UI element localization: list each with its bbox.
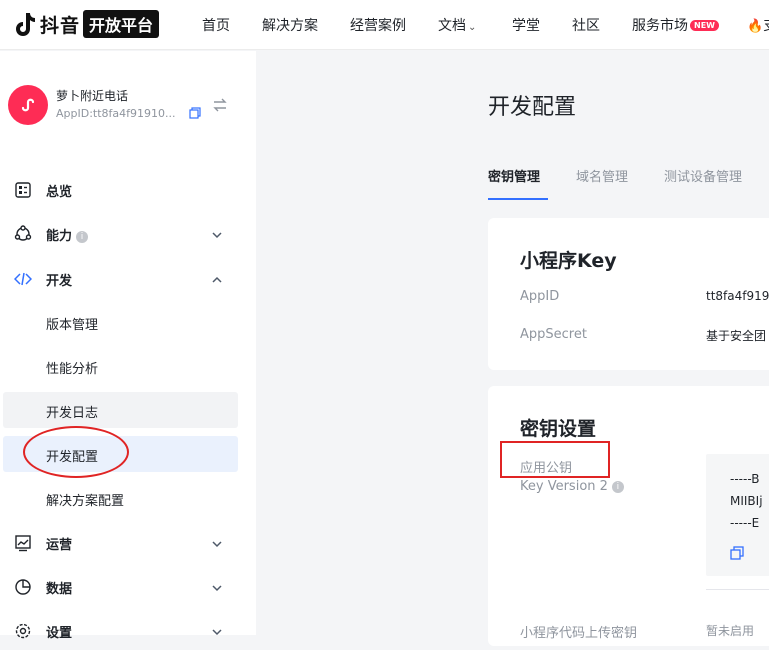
nav-support[interactable]: 🔥支 — [747, 15, 769, 35]
tab-domain-management[interactable]: 域名管理 — [576, 166, 628, 185]
top-navigation-bar: 抖音 开放平台 首页 解决方案 经营案例 文档 ⌄ 学堂 社区 服务市场 NEW 🔥… — [0, 0, 769, 50]
appsecret-value: 基于安全团 — [706, 329, 767, 343]
capability-icon — [14, 225, 32, 241]
sidebar-item-overview[interactable]: 总览 — [0, 171, 256, 209]
sidebar-item-capability[interactable]: 能力 i — [0, 215, 256, 253]
copy-icon[interactable] — [189, 107, 201, 119]
chevron-down-icon — [212, 629, 222, 636]
new-badge: NEW — [690, 20, 719, 31]
appid-value: tt8fa4f919 — [706, 289, 769, 303]
chevron-down-icon — [212, 541, 222, 548]
sidebar-subitem-label: 性能分析 — [46, 362, 99, 377]
nav-support-label: 支 — [763, 18, 769, 34]
nav-community[interactable]: 社区 — [572, 15, 600, 35]
chevron-up-icon — [212, 276, 222, 283]
info-icon[interactable]: i — [611, 481, 624, 493]
nav-cases[interactable]: 经营案例 — [350, 15, 406, 35]
mini-program-icon — [21, 98, 35, 112]
brand-badge: 开放平台 — [83, 10, 160, 38]
upload-key-value: 暂未启用 — [706, 624, 755, 638]
brand-logo[interactable]: 抖音 开放平台 — [14, 10, 160, 38]
code-icon — [14, 272, 32, 286]
card-title: 小程序Key — [520, 250, 617, 272]
public-key-line: MIIBIj — [730, 494, 763, 508]
card-title: 密钥设置 — [520, 418, 597, 440]
copy-icon[interactable] — [730, 546, 744, 560]
sidebar-subitem-solution-config[interactable]: 解决方案配置 — [3, 480, 238, 516]
douyin-logo-icon — [16, 13, 35, 36]
sidebar-item-data[interactable]: 数据 — [0, 568, 256, 606]
public-key-line: -----B — [730, 472, 760, 486]
sidebar-subitem-label: 开发日志 — [46, 406, 99, 421]
divider — [706, 589, 769, 590]
key-settings-card: 密钥设置 应用公钥 Key Version 2i -----B MIIBIj -… — [488, 386, 769, 646]
sidebar-item-label: 数据 — [46, 581, 73, 597]
operation-chart-icon — [15, 535, 31, 552]
page-title: 开发配置 — [488, 95, 577, 120]
mini-program-key-card: 小程序Key AppID tt8fa4f919 AppSecret 基于安全团 — [488, 218, 769, 370]
sidebar-subitem-performance[interactable]: 性能分析 — [3, 348, 238, 384]
tab-test-devices[interactable]: 测试设备管理 — [664, 166, 742, 185]
annotation-circle — [23, 426, 129, 478]
appsecret-label: AppSecret — [520, 327, 587, 342]
chevron-down-icon: ⌄ — [468, 22, 477, 33]
upload-key-label: 小程序代码上传密钥 — [520, 626, 638, 641]
sidebar: 萝卜附近电话 AppID:tt8fa4f91910... 总览 能力 i 开发 … — [0, 51, 256, 641]
nav-home[interactable]: 首页 — [202, 15, 230, 35]
sidebar-item-label: 运营 — [46, 537, 73, 553]
flame-icon: 🔥 — [747, 19, 764, 34]
public-key-box: -----B MIIBIj -----E — [706, 454, 769, 576]
annotation-rectangle — [500, 441, 610, 478]
nav-service-market[interactable]: 服务市场 NEW — [632, 15, 719, 35]
chevron-down-icon — [212, 585, 222, 592]
info-icon[interactable]: i — [76, 230, 89, 243]
nav-docs-label: 文档 — [438, 18, 466, 34]
app-id: AppID:tt8fa4f91910... — [56, 107, 176, 120]
settings-icon — [15, 623, 31, 639]
sidebar-subitem-label: 版本管理 — [46, 318, 99, 333]
sidebar-subitem-version-management[interactable]: 版本管理 — [3, 304, 238, 340]
sidebar-subitem-label: 解决方案配置 — [46, 494, 125, 509]
sidebar-item-develop[interactable]: 开发 — [0, 260, 256, 298]
sidebar-item-operation[interactable]: 运营 — [0, 524, 256, 562]
sidebar-item-label: 设置 — [46, 625, 73, 641]
sidebar-item-label: 开发 — [46, 273, 73, 289]
sidebar-item-label: 能力 i — [46, 225, 89, 244]
app-switcher[interactable]: 萝卜附近电话 AppID:tt8fa4f91910... — [8, 85, 248, 129]
brand-name: 抖音 — [40, 14, 81, 37]
public-key-line: -----E — [730, 516, 760, 530]
overview-icon — [15, 182, 31, 198]
app-name: 萝卜附近电话 — [56, 89, 129, 103]
sidebar-item-settings[interactable]: 设置 — [0, 612, 256, 650]
switch-app-icon[interactable] — [212, 97, 228, 113]
nav-academy[interactable]: 学堂 — [512, 15, 540, 35]
sidebar-item-label: 总览 — [46, 184, 73, 200]
appid-label: AppID — [520, 289, 560, 304]
tab-key-management[interactable]: 密钥管理 — [488, 166, 540, 185]
key-version-label: Key Version 2i — [520, 479, 624, 494]
nav-docs[interactable]: 文档 ⌄ — [438, 15, 476, 35]
app-avatar — [8, 85, 48, 125]
pie-chart-icon — [15, 579, 31, 595]
nav-solutions[interactable]: 解决方案 — [262, 15, 318, 35]
nav-service-market-label: 服务市场 — [632, 18, 688, 34]
sidebar-subitem-dev-logs[interactable]: 开发日志 — [3, 392, 238, 428]
chevron-down-icon — [212, 232, 222, 239]
active-tab-indicator — [488, 198, 548, 200]
